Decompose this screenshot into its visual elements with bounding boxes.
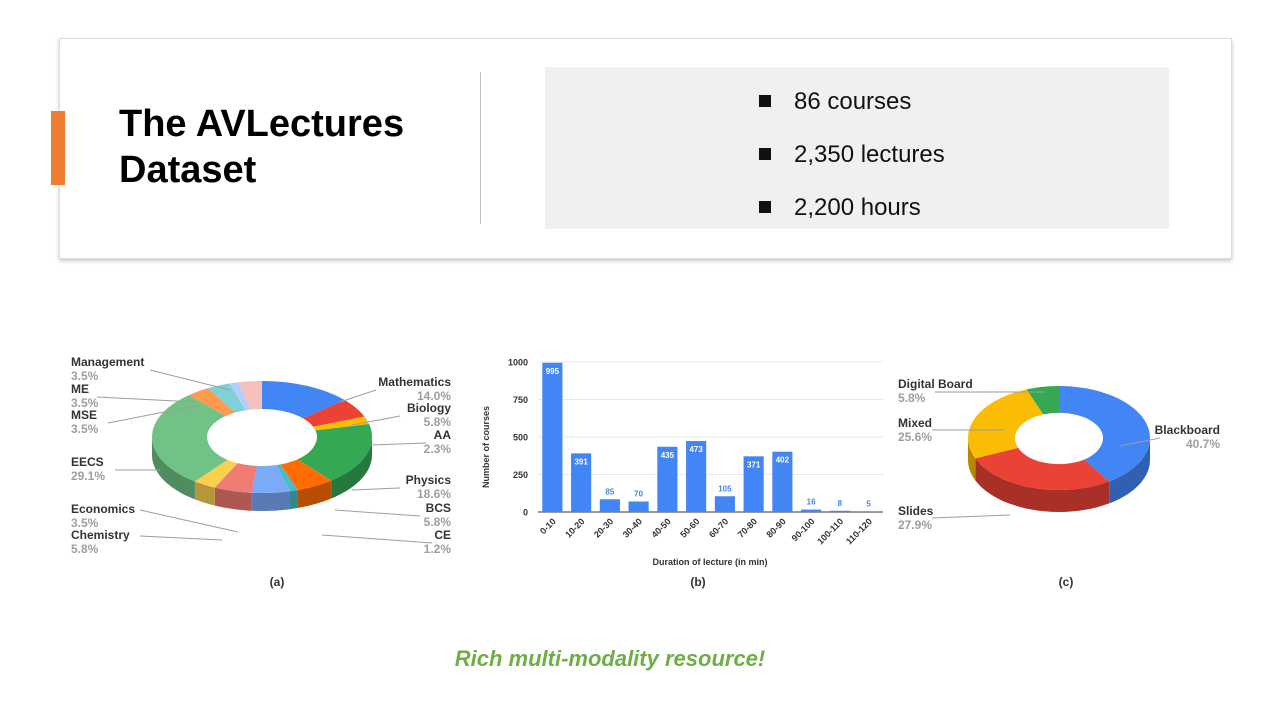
slice-percent: 18.6% <box>417 487 451 501</box>
leader-line <box>321 534 433 544</box>
bar-0-10 <box>542 362 563 512</box>
bar-60-70 <box>714 496 735 512</box>
slice-label: AA <box>434 428 452 442</box>
y-axis-label: Number of courses <box>481 406 491 488</box>
slice-percent: 3.5% <box>71 369 99 383</box>
slice-label: Management <box>71 355 144 369</box>
bar-value-label: 402 <box>776 456 790 465</box>
x-tick-label: 110-120 <box>844 516 874 546</box>
slice-percent: 1.2% <box>424 542 452 556</box>
chart-b-durations: 025050075010009950-1039110-208520-307030… <box>481 358 883 589</box>
chart-caption: (c) <box>1059 575 1074 589</box>
leader-line <box>351 487 401 491</box>
slice-percent: 3.5% <box>71 396 99 410</box>
bar-90-100 <box>801 509 822 512</box>
donut-hole <box>1016 415 1102 465</box>
bar-value-label: 8 <box>838 499 843 508</box>
slice-label: CE <box>434 528 451 542</box>
x-tick-label: 100-110 <box>815 516 845 546</box>
slice-percent: 29.1% <box>71 469 105 483</box>
slice-label: Digital Board <box>898 377 973 391</box>
bar-30-40 <box>628 501 649 512</box>
bar-value-label: 16 <box>807 498 816 507</box>
x-tick-label: 80-90 <box>764 516 787 539</box>
leader-line <box>339 389 377 403</box>
y-tick-label: 750 <box>513 395 528 405</box>
y-tick-label: 500 <box>513 433 528 443</box>
slice-label: ME <box>71 382 89 396</box>
slice-percent: 5.8% <box>71 542 99 556</box>
chart-a-subjects: Mathematics14.0%Biology5.8%AA2.3%Physics… <box>71 355 451 589</box>
leader-line <box>369 442 427 446</box>
slice-label: Mathematics <box>378 375 451 389</box>
bar-value-label: 85 <box>605 487 614 496</box>
slice-percent: 5.8% <box>898 391 926 405</box>
slice-label: Economics <box>71 502 135 516</box>
donut-side-segment <box>251 491 290 511</box>
slice-percent: 3.5% <box>71 516 99 530</box>
slice-percent: 3.5% <box>71 422 99 436</box>
chart-caption: (b) <box>690 575 705 589</box>
slice-percent: 5.8% <box>424 415 452 429</box>
x-axis-label: Duration of lecture (in min) <box>652 557 767 567</box>
chart-caption: (a) <box>270 575 285 589</box>
bar-value-label: 435 <box>661 451 675 460</box>
tagline: Rich multi-modality resource! <box>454 646 766 671</box>
leader-line <box>149 369 231 391</box>
slice-percent: 5.8% <box>424 515 452 529</box>
slice-label: Biology <box>407 401 451 415</box>
bar-value-label: 995 <box>546 367 560 376</box>
bar-value-label: 5 <box>866 499 871 508</box>
bar-value-label: 371 <box>747 460 761 469</box>
x-tick-label: 10-20 <box>563 516 586 539</box>
bar-110-120 <box>858 511 879 512</box>
slice-label: Chemistry <box>71 528 130 542</box>
bar-value-label: 391 <box>574 457 588 466</box>
y-tick-label: 0 <box>523 508 528 518</box>
donut-side-ce <box>290 490 298 510</box>
bar-value-label: 70 <box>634 490 643 499</box>
x-tick-label: 0-10 <box>538 516 558 536</box>
y-tick-label: 1000 <box>508 358 528 368</box>
bar-value-label: 473 <box>689 445 703 454</box>
slice-label: EECS <box>71 455 104 469</box>
x-tick-label: 20-30 <box>592 516 615 539</box>
slice-label: Physics <box>406 473 452 487</box>
bar-100-110 <box>829 510 850 512</box>
x-tick-label: 50-60 <box>678 516 701 539</box>
bar-20-30 <box>599 499 620 512</box>
bar-value-label: 105 <box>718 484 732 493</box>
slice-label: Mixed <box>898 416 932 430</box>
leader-line <box>96 396 196 403</box>
leader-line <box>334 509 421 517</box>
slice-percent: 2.3% <box>424 442 452 456</box>
slice-label: Slides <box>898 504 934 518</box>
slice-label: MSE <box>71 408 97 422</box>
x-tick-label: 30-40 <box>621 516 644 539</box>
x-tick-label: 60-70 <box>707 516 730 539</box>
charts-canvas: Mathematics14.0%Biology5.8%AA2.3%Physics… <box>71 355 1220 589</box>
slice-label: Blackboard <box>1155 423 1220 437</box>
leader-line <box>931 514 1011 519</box>
x-tick-label: 90-100 <box>790 516 817 543</box>
slice-label: BCS <box>426 501 451 515</box>
slice-percent: 40.7% <box>1186 437 1220 451</box>
slice-percent: 25.6% <box>898 430 932 444</box>
leader-line <box>139 535 223 541</box>
donut-hole <box>208 412 316 466</box>
x-tick-label: 70-80 <box>736 516 759 539</box>
x-tick-label: 40-50 <box>649 516 672 539</box>
chart-c-modality: Blackboard40.7% Slides27.9% Mixed25.6% Digi… <box>898 377 1220 589</box>
y-tick-label: 250 <box>513 470 528 480</box>
slice-percent: 27.9% <box>898 518 932 532</box>
leader-line <box>139 509 239 533</box>
